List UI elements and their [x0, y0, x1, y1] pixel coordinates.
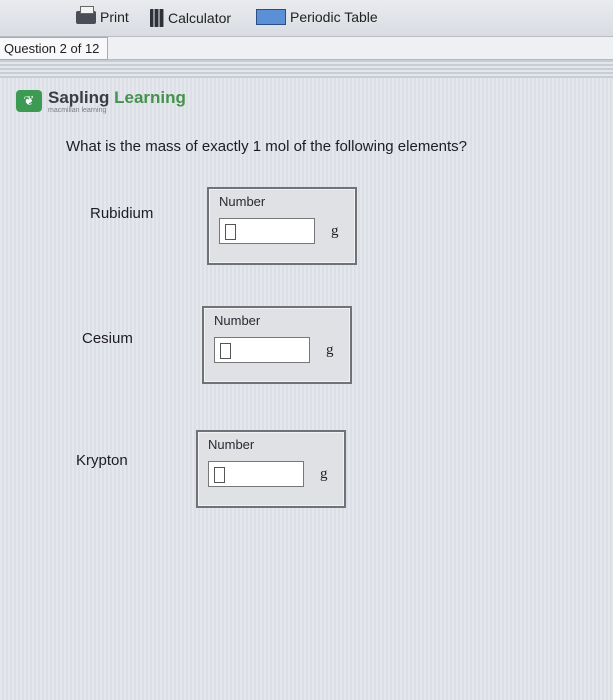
number-label: Number — [214, 313, 261, 328]
number-label: Number — [208, 437, 255, 452]
unit-label: g — [331, 223, 339, 239]
divider-stripes — [0, 60, 613, 78]
brand-subtitle: macmillan learning — [48, 107, 107, 114]
question-panel — [0, 78, 613, 700]
periodic-table-button[interactable]: Periodic Table — [256, 9, 378, 25]
input-cursor-box — [225, 224, 236, 240]
input-cursor-box — [220, 343, 231, 359]
input-cursor-box — [214, 467, 225, 483]
answer-box-krypton: Number g — [196, 430, 346, 508]
sapling-logo-icon: ❦ — [16, 90, 42, 112]
question-bar: Question 2 of 12 — [0, 37, 613, 60]
calculator-button[interactable]: Calculator — [150, 9, 231, 27]
periodic-table-label: Periodic Table — [290, 9, 378, 25]
printer-icon — [76, 5, 96, 24]
calculator-label: Calculator — [168, 10, 232, 26]
answer-box-rubidium: Number g — [207, 187, 357, 265]
unit-label: g — [326, 342, 334, 358]
question-text: What is the mass of exactly 1 mol of the… — [66, 138, 468, 155]
element-label-cesium: Cesium — [82, 330, 133, 347]
question-tab[interactable]: Question 2 of 12 — [0, 37, 109, 60]
brand-name: Sapling Learning — [48, 88, 186, 107]
print-label: Print — [100, 9, 129, 25]
sapling-logo: ❦ Sapling Learning macmillan learning — [16, 88, 186, 114]
element-label-rubidium: Rubidium — [90, 205, 154, 222]
calculator-icon — [150, 9, 164, 27]
periodic-table-icon — [256, 9, 286, 25]
answer-box-cesium: Number g — [202, 306, 352, 384]
element-label-krypton: Krypton — [76, 452, 128, 469]
number-label: Number — [219, 194, 266, 209]
print-button[interactable]: Print — [76, 5, 129, 25]
top-toolbar: Print Calculator Periodic Table — [0, 0, 613, 37]
unit-label: g — [320, 466, 328, 482]
